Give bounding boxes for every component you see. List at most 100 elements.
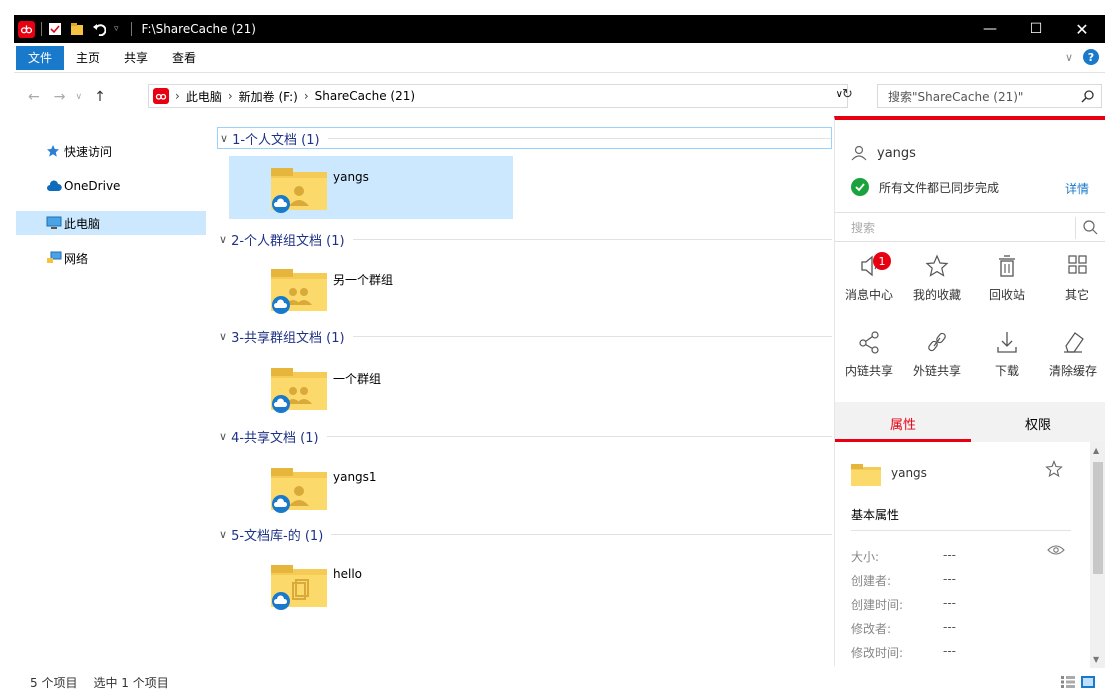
close-button[interactable]: ✕ (1059, 15, 1105, 43)
status-bar: 5 个项目 选中 1 个项目 (14, 670, 1105, 695)
user-name: yangs (877, 145, 916, 161)
property-value: --- (943, 572, 956, 586)
nav-item-onedrive[interactable]: OneDrive (16, 174, 206, 198)
property-value: --- (943, 644, 956, 658)
search-input[interactable]: 搜索"ShareCache (21)" (877, 84, 1102, 108)
tool-label: 外链共享 (912, 364, 961, 378)
group-title: 4-共享文档 (1) (231, 430, 319, 446)
scroll-down-icon[interactable]: ▼ (1093, 655, 1099, 664)
group-title: 3-共享群组文档 (1) (231, 330, 345, 346)
folder-name: 另一个群组 (333, 273, 394, 287)
tab-share[interactable]: 共享 (112, 46, 160, 70)
quick-access-dropdown-icon[interactable]: ▿ (114, 24, 119, 34)
share-icon (859, 331, 879, 354)
tab-home[interactable]: 主页 (64, 46, 112, 70)
property-value: --- (943, 596, 956, 610)
user-icon (851, 145, 867, 161)
breadcrumb-folder[interactable]: ShareCache (21) (315, 89, 415, 103)
group-header-5[interactable]: ∨ 5-文档库-的 (1) (217, 523, 832, 545)
new-folder-icon[interactable] (70, 22, 84, 36)
internal-share-button[interactable]: 内链共享 (837, 328, 901, 388)
group-header-4[interactable]: ∨ 4-共享文档 (1) (217, 425, 832, 447)
folder-name: 一个群组 (333, 372, 382, 386)
sync-cloud-icon (272, 296, 290, 314)
recycle-bin-button[interactable]: 回收站 (975, 252, 1039, 312)
sync-cloud-icon (272, 195, 290, 213)
property-key: 修改时间: (851, 646, 904, 660)
forward-icon[interactable]: → (54, 89, 66, 105)
breadcrumb-this-pc[interactable]: 此电脑 (186, 88, 222, 105)
properties-icon[interactable] (48, 22, 62, 36)
sync-side-panel: yangs 所有文件都已同步完成 详情 搜索 1 消息中心 我的收藏 回收站 其… (834, 116, 1105, 668)
group-title: 5-文档库-的 (1) (231, 528, 324, 544)
back-icon[interactable]: ← (28, 89, 40, 105)
nav-item-network[interactable]: 网络 (16, 246, 206, 270)
title-bar: ▿ F:\ShareCache (21) — ☐ ✕ (14, 15, 1105, 43)
nav-item-label: 快速访问 (64, 144, 113, 159)
folder-item-another-group[interactable]: 另一个群组 (229, 257, 513, 320)
search-icon[interactable] (1081, 89, 1095, 103)
other-button[interactable]: 其它 (1045, 252, 1105, 312)
undo-icon[interactable] (92, 22, 106, 36)
ribbon-tabs: 文件 主页 共享 查看 ∨ ? (14, 43, 1105, 73)
property-folder-name: yangs (891, 466, 927, 480)
group-header-3[interactable]: ∨ 3-共享群组文档 (1) (217, 325, 832, 347)
address-bar[interactable]: › 此电脑 › 新加卷 (F:) › ShareCache (21) ∨ (148, 84, 848, 108)
chevron-down-icon: ∨ (219, 527, 228, 541)
tool-label: 下载 (994, 364, 1019, 378)
search-placeholder: 搜索"ShareCache (21)" (888, 89, 1024, 104)
folder-item-one-group[interactable]: 一个群组 (229, 356, 513, 419)
folder-item-hello[interactable]: hello (229, 553, 513, 616)
group-header-1[interactable]: ∨ 1-个人文档 (1) (217, 127, 832, 149)
breadcrumb-separator-icon: › (303, 89, 309, 103)
download-button[interactable]: 下载 (975, 328, 1039, 388)
panel-search-input[interactable]: 搜索 (835, 212, 1105, 242)
ribbon-expand-icon[interactable]: ∨ (1065, 51, 1073, 64)
external-share-button[interactable]: 外链共享 (905, 328, 969, 388)
favorite-star-icon[interactable] (1045, 460, 1063, 478)
user-info[interactable]: yangs (851, 145, 916, 161)
recent-dropdown-icon[interactable]: ∨ (75, 92, 82, 102)
large-icons-view-icon[interactable] (1081, 676, 1095, 688)
details-view-icon[interactable] (1061, 676, 1075, 688)
detail-link[interactable]: 详情 (1065, 180, 1089, 197)
chevron-down-icon: ∨ (219, 232, 228, 246)
group-header-2[interactable]: ∨ 2-个人群组文档 (1) (217, 228, 832, 250)
property-row-modified-time: 修改时间: --- (851, 644, 1071, 661)
breadcrumb-separator-icon: › (175, 89, 180, 103)
property-key: 大小: (851, 550, 880, 564)
maximize-button[interactable]: ☐ (1013, 15, 1059, 43)
panel-search-placeholder: 搜索 (851, 220, 876, 235)
nav-item-quick-access[interactable]: 快速访问 (16, 139, 206, 163)
minimize-button[interactable]: — (967, 15, 1013, 43)
tool-label: 其它 (1064, 288, 1089, 302)
tab-view[interactable]: 查看 (160, 46, 208, 70)
tool-label: 消息中心 (844, 288, 893, 302)
message-center-button[interactable]: 1 消息中心 (837, 252, 901, 312)
breadcrumb-drive[interactable]: 新加卷 (F:) (239, 88, 298, 105)
panel-tabs: 属性 权限 (835, 402, 1105, 442)
favorites-button[interactable]: 我的收藏 (905, 252, 969, 312)
tool-label: 清除缓存 (1048, 364, 1097, 378)
tab-properties[interactable]: 属性 (890, 414, 916, 433)
up-icon[interactable]: ↑ (94, 89, 106, 105)
folder-item-yangs[interactable]: yangs (229, 156, 513, 219)
folder-name: yangs (333, 170, 369, 184)
folder-item-yangs1[interactable]: yangs1 (229, 456, 513, 519)
help-icon[interactable]: ? (1083, 49, 1099, 65)
tab-file[interactable]: 文件 (16, 45, 65, 70)
clear-cache-button[interactable]: 清除缓存 (1041, 328, 1105, 388)
tab-permissions[interactable]: 权限 (1025, 414, 1051, 433)
search-icon[interactable] (1082, 219, 1098, 235)
properties-scrollbar[interactable]: ▲ ▼ (1090, 442, 1105, 668)
property-row-created-time: 创建时间: --- (851, 596, 1071, 613)
scrollbar-thumb[interactable] (1093, 462, 1103, 574)
breadcrumb-separator-icon: › (227, 89, 233, 103)
refresh-icon[interactable]: ↻ (842, 87, 853, 102)
sync-status-text: 所有文件都已同步完成 (879, 180, 1000, 195)
nav-item-label: 网络 (64, 251, 89, 266)
scroll-up-icon[interactable]: ▲ (1093, 446, 1099, 455)
property-row-modifier: 修改者: --- (851, 620, 1071, 637)
app-logo-icon (18, 20, 35, 38)
nav-item-this-pc[interactable]: 此电脑 (16, 211, 206, 235)
